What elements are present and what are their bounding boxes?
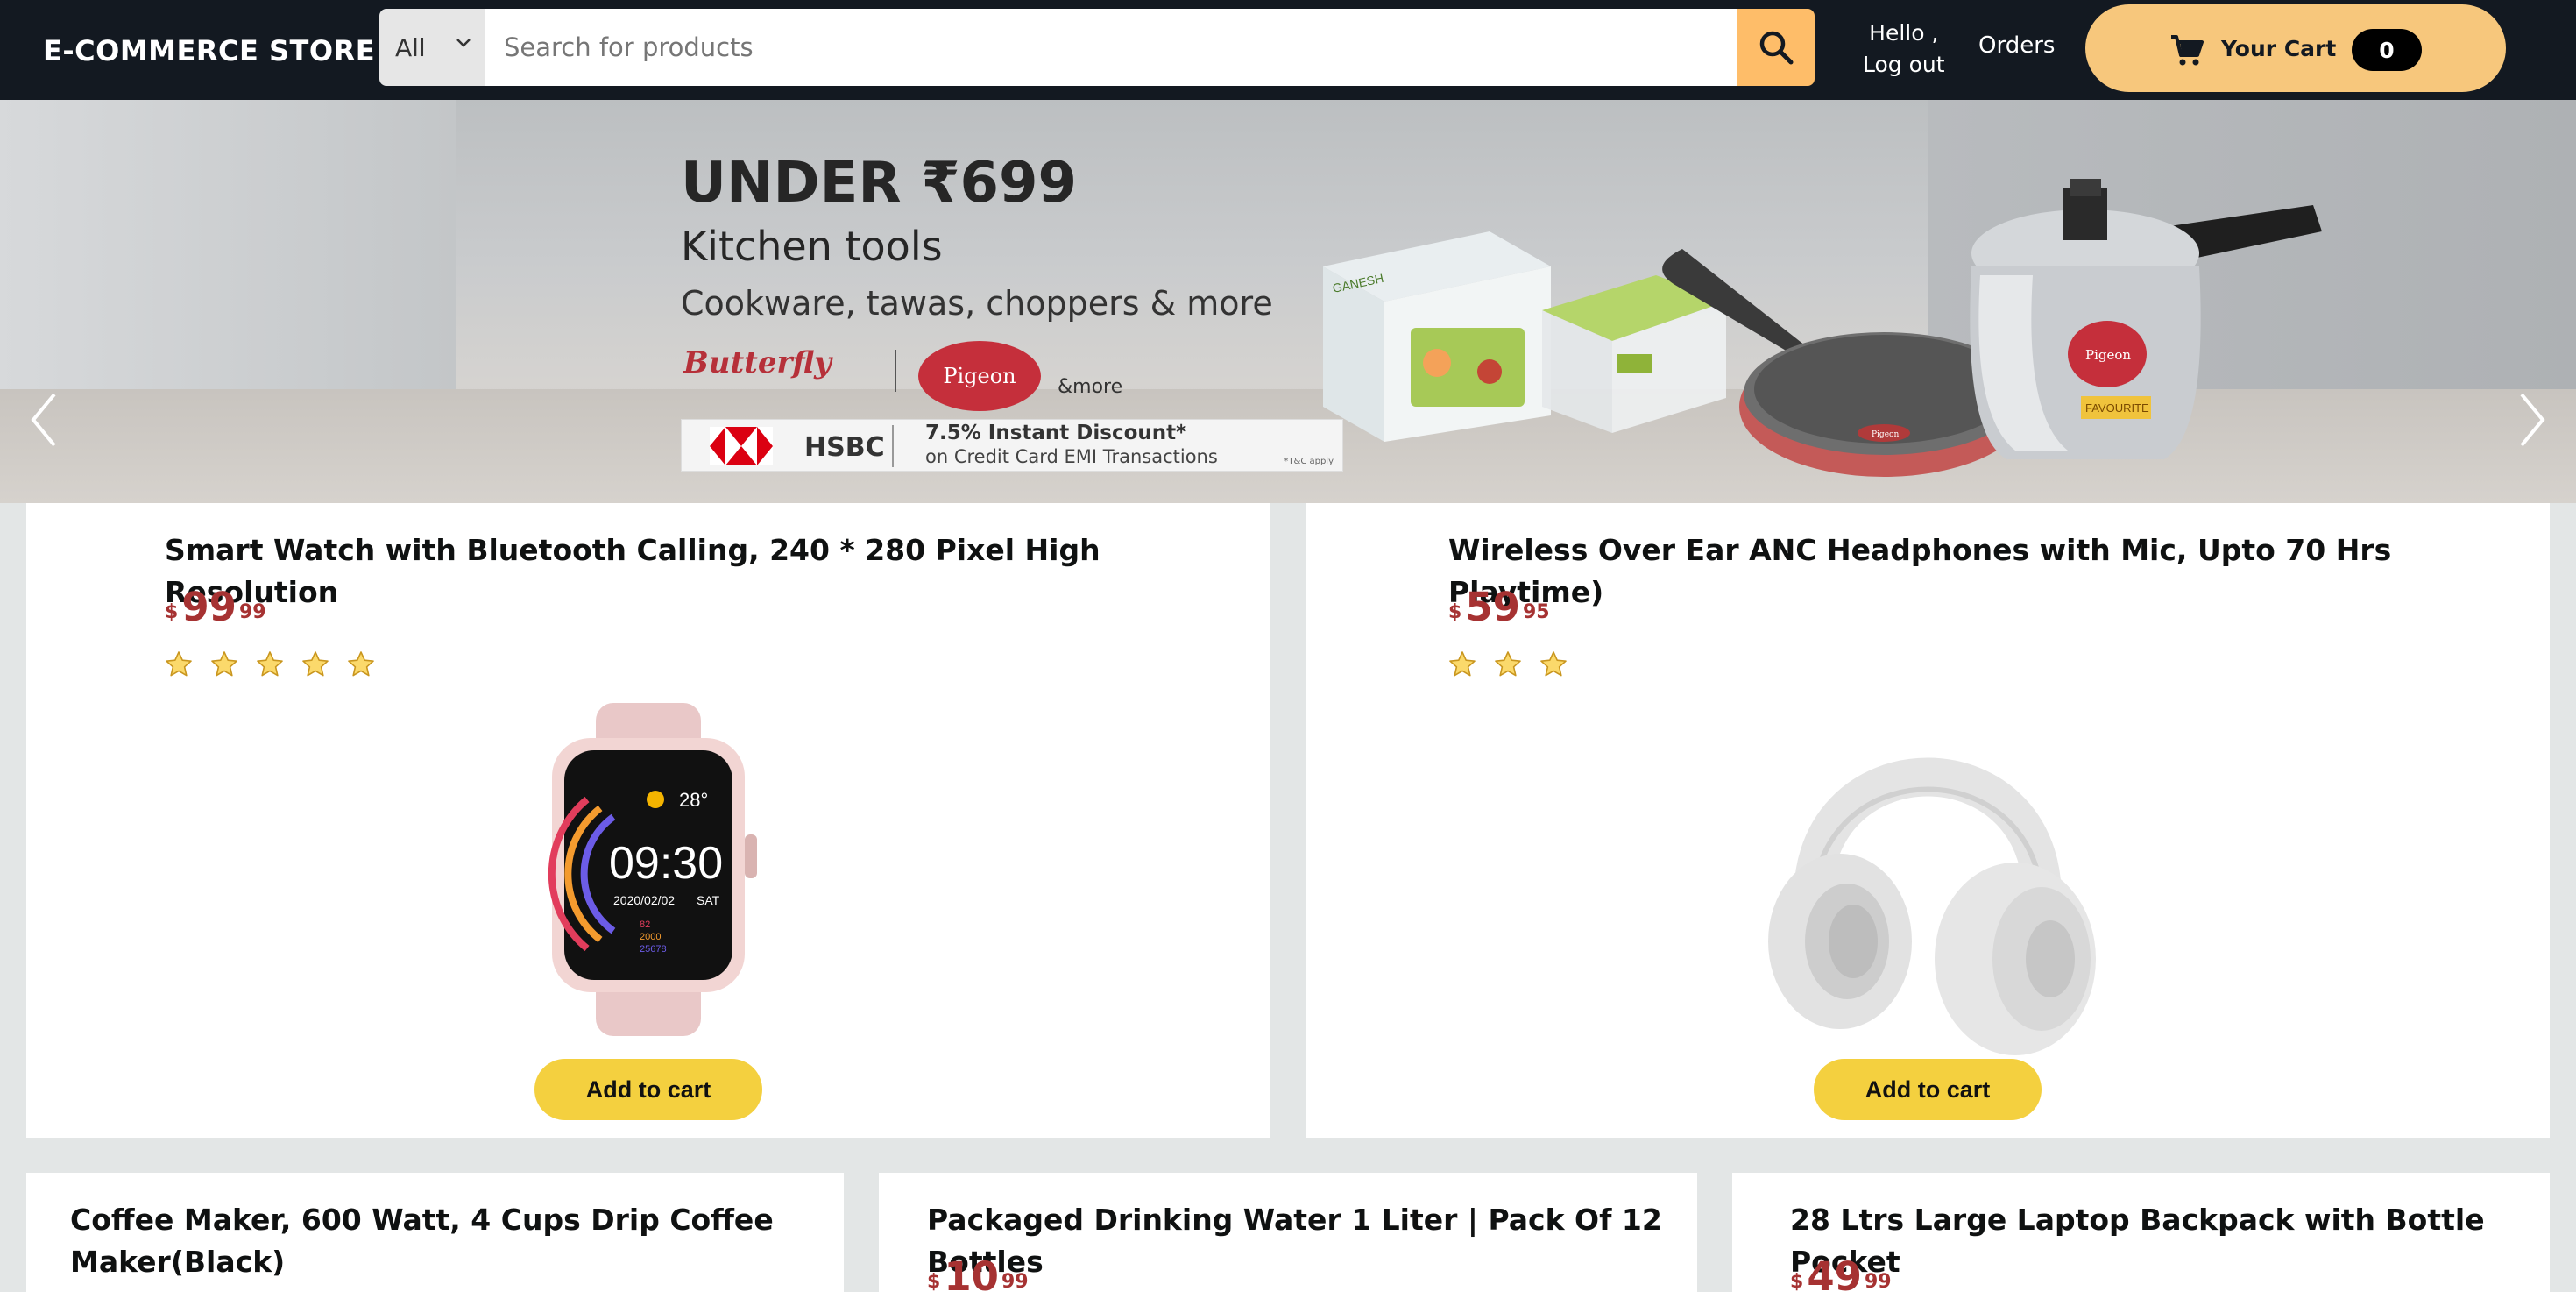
svg-text:2020/02/02: 2020/02/02 bbox=[613, 893, 675, 907]
product-rating bbox=[1448, 650, 1568, 678]
green-chopper bbox=[1542, 275, 1726, 433]
svg-text:25678: 25678 bbox=[640, 944, 667, 955]
top-navbar: E-COMMERCE STORE All Hello , Log out Ord… bbox=[0, 0, 2576, 100]
product-card: 28 Ltrs Large Laptop Backpack with Bottl… bbox=[1732, 1173, 2550, 1292]
svg-text:28°: 28° bbox=[679, 789, 708, 811]
shopping-cart-icon bbox=[2171, 35, 2204, 66]
svg-text:82: 82 bbox=[640, 919, 650, 930]
brand-more-label: &more bbox=[1058, 376, 1123, 398]
greeting-text: Hello , bbox=[1869, 20, 1939, 46]
store-logo[interactable]: E-COMMERCE STORE bbox=[43, 34, 375, 67]
star-icon bbox=[302, 651, 329, 677]
chevron-down-icon bbox=[456, 39, 471, 47]
search-icon bbox=[1759, 31, 1794, 65]
product-card: Packaged Drinking Water 1 Liter | Pack O… bbox=[879, 1173, 1697, 1292]
product-price: $ 59 95 bbox=[1448, 584, 1550, 630]
add-to-cart-button[interactable]: Add to cart bbox=[534, 1059, 762, 1120]
product-title[interactable]: Wireless Over Ear ANC Headphones with Mi… bbox=[1448, 529, 2550, 614]
product-title[interactable]: Packaged Drinking Water 1 Liter | Pack O… bbox=[927, 1199, 1697, 1283]
hero-description: Cookware, tawas, choppers & more bbox=[681, 284, 1273, 323]
star-icon bbox=[348, 651, 374, 677]
search-bar: All bbox=[379, 9, 1815, 86]
product-title[interactable]: 28 Ltrs Large Laptop Backpack with Bottl… bbox=[1790, 1199, 2550, 1283]
pressure-cooker: Pigeon FAVOURITE bbox=[1970, 179, 2322, 459]
search-category-select[interactable]: All bbox=[379, 9, 485, 86]
star-icon bbox=[1540, 651, 1567, 677]
add-to-cart-button[interactable]: Add to cart bbox=[1814, 1059, 2042, 1120]
headphones-image[interactable] bbox=[1752, 696, 2103, 1055]
offer-detail: on Credit Card EMI Transactions bbox=[925, 446, 1218, 467]
star-icon bbox=[1495, 651, 1521, 677]
logout-link[interactable]: Log out bbox=[1863, 49, 1945, 81]
product-title[interactable]: Coffee Maker, 600 Watt, 4 Cups Drip Coff… bbox=[70, 1199, 774, 1283]
product-price: $ 99 99 bbox=[165, 584, 266, 630]
product-title[interactable]: Smart Watch with Bluetooth Calling, 240 … bbox=[165, 529, 1270, 614]
cart-count-badge: 0 bbox=[2352, 29, 2422, 71]
svg-text:2000: 2000 bbox=[640, 932, 661, 942]
search-input[interactable] bbox=[485, 9, 1737, 86]
svg-text:09:30: 09:30 bbox=[609, 838, 723, 889]
kitchen-products-image: GANESH Pigeon Pigeon FAVOURITE bbox=[1323, 179, 2322, 477]
offer-headline: 7.5% Instant Discount* bbox=[925, 422, 1187, 444]
product-price: $ 10 99 bbox=[927, 1253, 1029, 1292]
svg-text:SAT: SAT bbox=[697, 893, 720, 907]
star-icon bbox=[211, 651, 237, 677]
star-icon bbox=[1449, 651, 1476, 677]
cart-label: Your Cart bbox=[2221, 36, 2337, 61]
hero-subtitle: Kitchen tools bbox=[681, 223, 943, 270]
pan-logo-label: Pigeon bbox=[1872, 430, 1899, 439]
account-greeting[interactable]: Hello , Log out bbox=[1863, 18, 1945, 81]
hero-title: UNDER ₹699 bbox=[681, 151, 1078, 216]
bank-offer-strip: HSBC 7.5% Instant Discount* on Credit Ca… bbox=[681, 419, 1343, 472]
orders-link[interactable]: Orders bbox=[1978, 32, 2055, 59]
star-icon bbox=[166, 651, 192, 677]
carousel-next-arrow[interactable] bbox=[2516, 389, 2548, 451]
hero-carousel: UNDER ₹699 Kitchen tools Cookware, tawas… bbox=[0, 100, 2576, 503]
product-card: Coffee Maker, 600 Watt, 4 Cups Drip Coff… bbox=[26, 1173, 844, 1292]
chopper-box: GANESH bbox=[1323, 231, 1551, 442]
cart-button[interactable]: Your Cart 0 bbox=[2085, 4, 2506, 92]
butterfly-logo: Butterfly bbox=[683, 345, 832, 380]
product-card: Smart Watch with Bluetooth Calling, 240 … bbox=[26, 503, 1270, 1138]
search-button[interactable] bbox=[1737, 9, 1815, 86]
search-category-value: All bbox=[395, 32, 426, 62]
carousel-prev-arrow[interactable] bbox=[28, 389, 60, 451]
hsbc-logo-icon bbox=[710, 427, 773, 465]
product-rating bbox=[165, 650, 375, 678]
pigeon-logo: Pigeon bbox=[918, 341, 1041, 411]
cooker-logo-label: Pigeon bbox=[2085, 347, 2131, 363]
product-price: $ 49 99 bbox=[1790, 1253, 1892, 1292]
smart-watch-image[interactable]: 28° 09:30 2020/02/02 SAT 82 2000 25678 bbox=[526, 703, 780, 1036]
cooker-tag-label: FAVOURITE bbox=[2085, 401, 2149, 415]
product-card: Wireless Over Ear ANC Headphones with Mi… bbox=[1306, 503, 2550, 1138]
star-icon bbox=[257, 651, 283, 677]
bank-name: HSBC bbox=[804, 432, 885, 463]
